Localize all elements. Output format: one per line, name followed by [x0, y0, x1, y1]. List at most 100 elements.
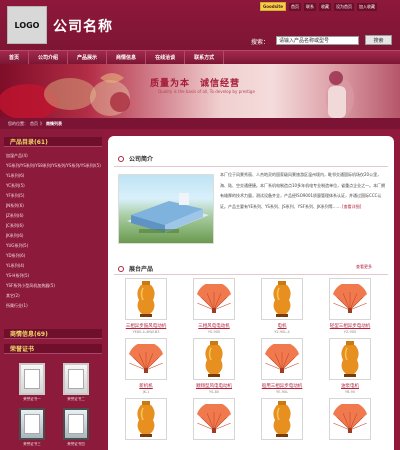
factory-illustration: [127, 193, 209, 233]
category-item[interactable]: JZ系列(6): [6, 211, 101, 221]
category-item[interactable]: YL系列(6): [6, 171, 101, 181]
product-card[interactable]: 三相异步鼓风电动机 YE80-4-4KW-B3: [118, 278, 174, 334]
category-item[interactable]: YSF系列小型风机加热器(5): [6, 281, 101, 291]
intro-heading: 公司简介: [118, 154, 153, 163]
certificates-heading: 荣誉证书: [4, 344, 102, 354]
product-image[interactable]: [261, 278, 303, 320]
product-card[interactable]: 顺翔型风电电动机 YS-80: [186, 338, 242, 394]
product-code: YE-90L: [275, 390, 289, 394]
product-catalog-heading: 产品目录(61): [4, 137, 102, 147]
banner-slogan-en: Quality is the basis of all, To develop …: [158, 89, 255, 94]
page: LOGO 公司名称 Goodsite 首页 联系 收藏 设为首页 加入收藏 搜索…: [0, 0, 400, 450]
category-item[interactable]: 所属行业(1): [6, 301, 101, 311]
main-nav: 首页 公司介绍 产品展示 商情信息 在线洽谈 联系方式: [0, 50, 400, 64]
certificate-caption: 荣誉证书二: [67, 397, 85, 401]
product-card[interactable]: 三相风电电动机 YS-90S: [186, 278, 242, 334]
banner: 质量为本 诚信经营 Quality is the basis of all, T…: [0, 64, 400, 118]
product-image[interactable]: [193, 398, 235, 440]
category-item[interactable]: YD系列(6): [6, 251, 101, 261]
category-list: 加湿产品(4) YG系列/YS系列/YS8系列/YS系列/YS系列/YS系列/(…: [6, 151, 101, 311]
product-code: Y2-90L-4: [274, 330, 290, 334]
company-name: 公司名称: [53, 19, 113, 35]
product-name[interactable]: 电机: [254, 323, 310, 329]
product-card[interactable]: 轻型三相异步电动机 YZ-90S: [322, 278, 378, 334]
search-input[interactable]: [276, 36, 359, 45]
top-link-set-home[interactable]: 设为首页: [334, 2, 355, 11]
product-name[interactable]: 三相异步鼓风电动机: [118, 323, 174, 329]
category-item[interactable]: YC系列(5): [6, 181, 101, 191]
nav-contact[interactable]: 联系方式: [185, 51, 225, 64]
category-item[interactable]: 其它(2): [6, 291, 101, 301]
product-name[interactable]: 油泵电机: [322, 383, 378, 389]
product-image[interactable]: [125, 278, 167, 320]
certificate-image: [19, 363, 45, 395]
category-item[interactable]: YS-H系列(5): [6, 271, 101, 281]
certificate[interactable]: 荣誉证书三: [10, 408, 54, 447]
products-title: 展台产品: [129, 266, 154, 273]
category-item[interactable]: YL系列(4): [6, 261, 101, 271]
goodsite-link[interactable]: Goodsite: [260, 2, 287, 11]
product-card[interactable]: [254, 398, 310, 440]
product-name[interactable]: 船用三相异步电动机: [254, 383, 310, 389]
product-image[interactable]: [125, 398, 167, 440]
top-link-add-favorite[interactable]: 加入收藏: [357, 2, 378, 11]
circle-bullet-icon: [118, 155, 124, 162]
logo[interactable]: LOGO: [7, 6, 47, 44]
certificate[interactable]: 荣誉证书一: [10, 363, 54, 402]
search-label: 搜索：: [251, 39, 270, 46]
category-item[interactable]: 加湿产品(4): [6, 151, 101, 161]
product-code: YB-90: [344, 390, 356, 394]
news-heading[interactable]: 商情信息(69): [4, 329, 102, 339]
category-item[interactable]: YG系列/YS系列/YS8系列/YS系列/YS系列/YS系列/(5): [6, 161, 101, 171]
category-item[interactable]: JN系列(6): [6, 201, 101, 211]
product-image[interactable]: [193, 338, 235, 380]
product-name[interactable]: 顺翔型风电电动机: [186, 383, 242, 389]
top-link-contact[interactable]: 联系: [304, 2, 317, 11]
intro-title: 公司简介: [129, 156, 154, 163]
certificate[interactable]: 荣誉证书二: [54, 363, 98, 402]
product-card[interactable]: [322, 398, 378, 440]
product-image[interactable]: [261, 398, 303, 440]
intro-more-link[interactable]: [查看详细]: [342, 204, 361, 209]
sidebar: 产品目录(61) 加湿产品(4) YG系列/YS系列/YS8系列/YS系列/YS…: [0, 129, 105, 450]
product-name[interactable]: 新机机: [118, 383, 174, 389]
product-card[interactable]: 新机机 JK-1: [118, 338, 174, 394]
products-more-link[interactable]: 查看更多: [356, 264, 372, 270]
nav-products[interactable]: 产品展示: [68, 51, 108, 64]
category-item[interactable]: YUG系列(5): [6, 241, 101, 251]
product-image[interactable]: [329, 278, 371, 320]
nav-home[interactable]: 首页: [0, 51, 30, 64]
top-link-favorite[interactable]: 收藏: [319, 2, 332, 11]
category-item[interactable]: JC系列(6): [6, 221, 101, 231]
product-image[interactable]: [329, 398, 371, 440]
product-card[interactable]: [118, 398, 174, 440]
product-image[interactable]: [261, 338, 303, 380]
certificate-caption: 荣誉证书一: [23, 397, 41, 401]
breadcrumb-home[interactable]: 首页: [30, 121, 38, 127]
product-image[interactable]: [125, 338, 167, 380]
breadcrumb-prefix: 您的位置：: [8, 120, 28, 126]
product-name[interactable]: 三相风电电动机: [186, 323, 242, 329]
product-card[interactable]: 油泵电机 YB-90: [322, 338, 378, 394]
product-card[interactable]: [186, 398, 242, 440]
main-content: 公司简介 本厂位于风景秀丽、人杰地灵的国家级风景旅游区温州境内，毗邻交通国际机场…: [108, 136, 394, 450]
product-code: YZ-90S: [343, 330, 357, 334]
certificate[interactable]: 荣誉证书四: [54, 408, 98, 447]
breadcrumb: 您的位置： 首页 》 商情列表: [0, 118, 400, 129]
product-image[interactable]: [329, 338, 371, 380]
search-button[interactable]: 搜索: [365, 35, 392, 45]
product-image[interactable]: [193, 278, 235, 320]
nav-about[interactable]: 公司介绍: [29, 51, 69, 64]
category-item[interactable]: JK系列(6): [6, 231, 101, 241]
products-heading: 展台产品: [118, 264, 153, 273]
category-item[interactable]: YF系列(5): [6, 191, 101, 201]
nav-online[interactable]: 在线洽谈: [146, 51, 186, 64]
product-name[interactable]: 轻型三相异步电动机: [322, 323, 378, 329]
product-card[interactable]: 船用三相异步电动机 YE-90L: [254, 338, 310, 394]
product-code: YS-90S: [207, 330, 221, 334]
top-link-home[interactable]: 首页: [289, 2, 302, 11]
nav-news[interactable]: 商情信息: [107, 51, 147, 64]
banner-slogan: 质量为本 诚信经营: [150, 79, 241, 89]
product-code: YE80-4-4KW-B3: [132, 330, 160, 334]
product-card[interactable]: 电机 Y2-90L-4: [254, 278, 310, 334]
